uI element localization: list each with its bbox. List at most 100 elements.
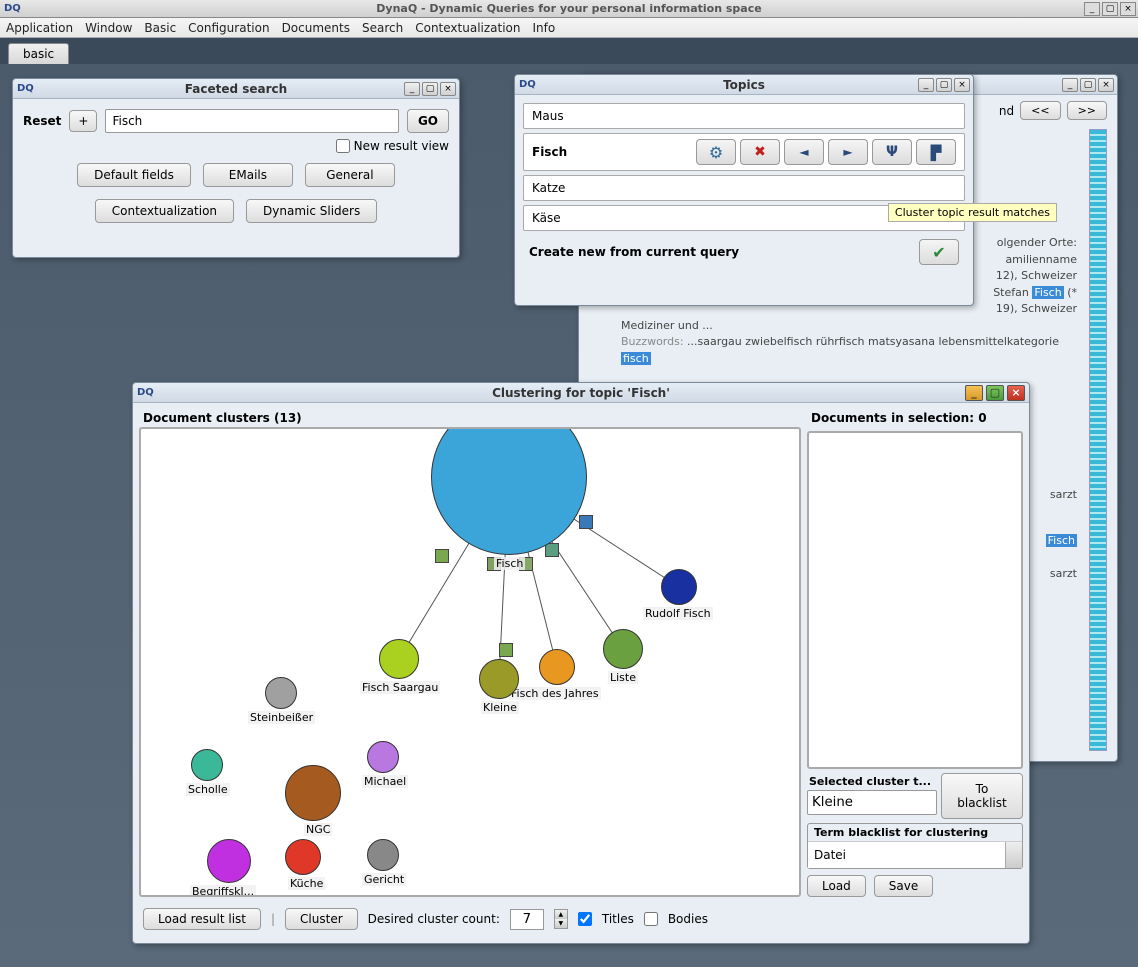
cluster-node[interactable]	[285, 765, 341, 821]
clustering-close-button[interactable]: ×	[1007, 385, 1025, 401]
minimize-button[interactable]: _	[1084, 2, 1100, 16]
results-prev-button[interactable]: <<	[1020, 101, 1060, 120]
to-blacklist-button[interactable]: To blacklist	[941, 773, 1023, 819]
add-query-button[interactable]: +	[69, 110, 97, 132]
results-heatbar[interactable]	[1089, 129, 1107, 751]
topics-minimize-button[interactable]: _	[918, 78, 934, 92]
cluster-node[interactable]	[379, 639, 419, 679]
results-minimize-button[interactable]: _	[1062, 78, 1078, 92]
cluster-node[interactable]	[265, 677, 297, 709]
search-input[interactable]	[105, 109, 398, 133]
cluster-node-label: Küche	[288, 877, 325, 890]
connector-square	[579, 515, 593, 529]
close-button[interactable]: ×	[1120, 2, 1136, 16]
cluster-node[interactable]	[539, 649, 575, 685]
topic-settings-button[interactable]	[696, 139, 736, 165]
menu-window[interactable]: Window	[85, 21, 132, 35]
facet-general-button[interactable]: General	[305, 163, 395, 187]
cluster-tooltip: Cluster topic result matches	[888, 203, 1057, 222]
cluster-button[interactable]: Cluster	[285, 908, 358, 930]
results-next-button[interactable]: >>	[1067, 101, 1107, 120]
cluster-node[interactable]	[207, 839, 251, 883]
faceted-icon: DQ	[17, 83, 34, 94]
connector-square	[435, 549, 449, 563]
clustering-maximize-button[interactable]: ▢	[986, 385, 1004, 401]
cluster-node[interactable]	[479, 659, 519, 699]
faceted-maximize-button[interactable]: ▢	[422, 82, 438, 96]
blacklist-label: Term blacklist for clustering	[808, 824, 1022, 841]
go-button[interactable]: GO	[407, 109, 449, 133]
reset-label: Reset	[23, 114, 61, 128]
menu-info[interactable]: Info	[533, 21, 556, 35]
results-maximize-button[interactable]: ▢	[1080, 78, 1096, 92]
selected-term-label: Selected cluster t...	[807, 773, 937, 790]
topics-close-button[interactable]: ×	[954, 78, 970, 92]
menu-search[interactable]: Search	[362, 21, 403, 35]
menu-configuration[interactable]: Configuration	[188, 21, 269, 35]
topic-next-button[interactable]	[828, 139, 868, 165]
menu-documents[interactable]: Documents	[282, 21, 350, 35]
new-result-checkbox[interactable]	[336, 139, 350, 153]
topic-item-maus[interactable]: Maus	[523, 103, 965, 129]
facet-contextualization-button[interactable]: Contextualization	[95, 199, 234, 223]
tab-basic[interactable]: basic	[8, 43, 69, 64]
load-button[interactable]: Load	[807, 875, 866, 897]
topics-maximize-button[interactable]: ▢	[936, 78, 952, 92]
topic-chart-button[interactable]	[916, 139, 956, 165]
separator: |	[271, 912, 275, 926]
save-button[interactable]: Save	[874, 875, 933, 897]
faceted-close-button[interactable]: ×	[440, 82, 456, 96]
cluster-node-label: Liste	[608, 671, 638, 684]
cluster-node-label: Michael	[362, 775, 408, 788]
cluster-node-label: Rudolf Fisch	[643, 607, 713, 620]
new-result-label: New result view	[354, 139, 449, 153]
bodies-checkbox[interactable]	[644, 912, 658, 926]
faceted-minimize-button[interactable]: _	[404, 82, 420, 96]
desired-count-label: Desired cluster count:	[368, 912, 500, 926]
cluster-node-label: Fisch Saargau	[360, 681, 440, 694]
desired-count-input[interactable]	[510, 909, 544, 930]
menubar: Application Window Basic Configuration D…	[0, 18, 1138, 38]
titles-checkbox[interactable]	[578, 912, 592, 926]
titles-label: Titles	[602, 912, 634, 926]
cluster-node[interactable]	[367, 839, 399, 871]
topics-icon: DQ	[519, 79, 536, 90]
topic-item-fisch[interactable]: Fisch	[523, 133, 965, 171]
cluster-node-label: Begriffskl...	[190, 885, 256, 897]
menu-basic[interactable]: Basic	[144, 21, 176, 35]
load-result-list-button[interactable]: Load result list	[143, 908, 261, 930]
results-close-button[interactable]: ×	[1098, 78, 1114, 92]
menu-contextualization[interactable]: Contextualization	[415, 21, 520, 35]
topic-item-katze[interactable]: Katze	[523, 175, 965, 201]
menu-application[interactable]: Application	[6, 21, 73, 35]
clustering-minimize-button[interactable]: _	[965, 385, 983, 401]
cluster-node-label: Steinbeißer	[248, 711, 315, 724]
facet-dynamic-sliders-button[interactable]: Dynamic Sliders	[246, 199, 377, 223]
cluster-node[interactable]	[285, 839, 321, 875]
cluster-node[interactable]	[603, 629, 643, 669]
cluster-node-label: NGC	[304, 823, 332, 836]
selection-count-label: Documents in selection: 0	[807, 409, 1023, 427]
cluster-node[interactable]	[661, 569, 697, 605]
facet-emails-button[interactable]: EMails	[203, 163, 293, 187]
create-topic-button[interactable]	[919, 239, 959, 265]
selected-term-input[interactable]	[807, 790, 937, 815]
facet-default-fields-button[interactable]: Default fields	[77, 163, 191, 187]
cluster-canvas[interactable]: FischRudolf FischListeFisch des JahresKl…	[139, 427, 801, 897]
cluster-node-label: Kleine	[481, 701, 519, 714]
clustering-title: Clustering for topic 'Fisch'	[492, 386, 670, 400]
topic-prev-button[interactable]	[784, 139, 824, 165]
desired-count-spinner[interactable]: ▲▼	[554, 909, 568, 929]
faceted-title: Faceted search	[185, 82, 287, 96]
cluster-node[interactable]	[367, 741, 399, 773]
maximize-button[interactable]: ▢	[1102, 2, 1118, 16]
documents-panel	[807, 431, 1023, 769]
cluster-node-label: Scholle	[186, 783, 230, 796]
topic-cluster-button[interactable]	[872, 139, 912, 165]
topic-delete-button[interactable]	[740, 139, 780, 165]
connector-square	[545, 543, 559, 557]
faceted-search-window: DQ Faceted search _ ▢ × Reset + GO New r…	[12, 78, 460, 258]
cluster-node[interactable]	[191, 749, 223, 781]
blacklist-content[interactable]: Datei	[808, 841, 1022, 868]
create-topic-label: Create new from current query	[529, 245, 739, 259]
